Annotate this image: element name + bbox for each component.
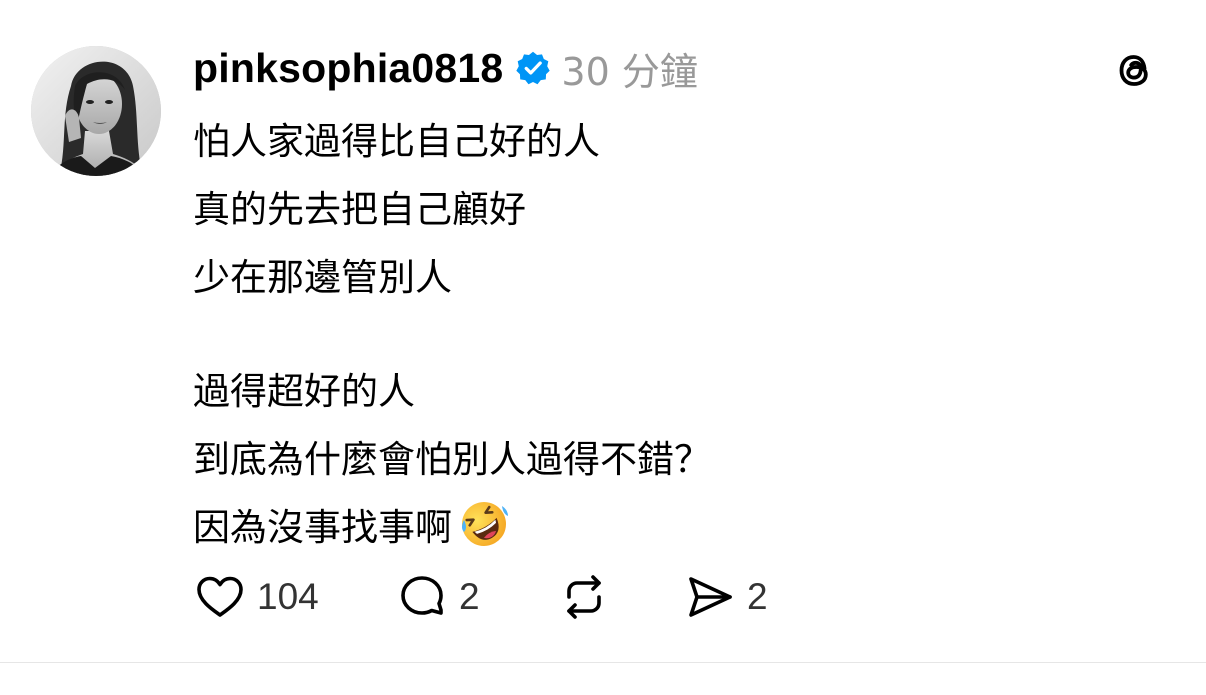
repost-button[interactable] <box>557 570 611 624</box>
comment-count: 2 <box>459 576 480 617</box>
share-send-icon <box>689 577 732 617</box>
post-divider <box>0 662 1206 663</box>
post-text-line-with-emoji: 因為沒事找事啊 <box>193 494 1153 562</box>
post-body: 怕人家過得比自己好的人 真的先去把自己顧好 少在那邊管別人 過得超好的人 到底為… <box>193 108 1153 562</box>
threads-post: pinksophia0818 30 分鐘 怕人家過得比自己好的人 真的先去把自己… <box>0 0 1206 695</box>
post-timestamp: 30 分鐘 <box>561 49 698 94</box>
rolling-on-the-floor-laughing-emoji <box>458 498 510 550</box>
verified-badge-icon <box>515 50 551 86</box>
post-text-line: 過得超好的人 <box>193 370 415 413</box>
avatar[interactable] <box>31 46 161 176</box>
avatar-portrait-image <box>31 46 161 176</box>
comment-button[interactable]: 2 <box>395 570 480 624</box>
threads-logo-icon[interactable] <box>1110 46 1158 94</box>
share-count: 2 <box>747 576 768 617</box>
post-text-line: 少在那邊管別人 <box>193 256 452 299</box>
post-text-line: 怕人家過得比自己好的人 <box>193 120 600 163</box>
repost-icon <box>567 575 601 619</box>
comment-bubble-icon <box>401 576 443 615</box>
post-text-line: 到底為什麼會怕別人過得不錯？ <box>193 438 711 481</box>
like-button[interactable]: 104 <box>193 570 319 624</box>
heart-icon <box>197 576 243 617</box>
post-text-line: 因為沒事找事啊 <box>193 506 452 549</box>
username[interactable]: pinksophia0818 <box>193 45 503 92</box>
share-button[interactable]: 2 <box>683 570 768 624</box>
like-count: 104 <box>257 576 319 617</box>
post-header: pinksophia0818 30 分鐘 <box>193 40 698 96</box>
post-text-line: 真的先去把自己顧好 <box>193 188 526 231</box>
